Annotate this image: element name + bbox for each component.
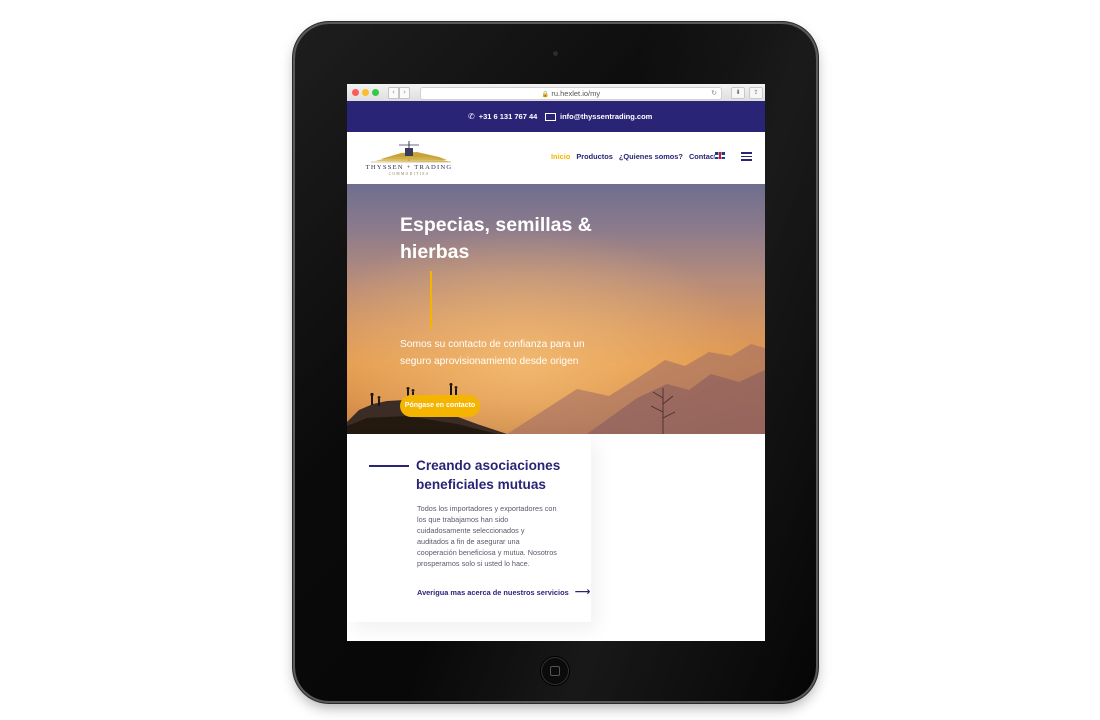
maximize-window-button[interactable] xyxy=(372,89,379,96)
section-accent-line xyxy=(369,465,409,467)
back-button[interactable]: ‹ xyxy=(388,87,399,99)
phone-icon: ✆ xyxy=(468,112,475,121)
browser-toolbar: ‹ › 🔒 ru.hexlet.io/my ↻ ⬇ ⇪ xyxy=(347,84,765,102)
nav-item-productos[interactable]: Productos xyxy=(576,152,613,161)
contact-cta-button[interactable]: Póngase en contacto xyxy=(400,395,480,417)
minimize-window-button[interactable] xyxy=(362,89,369,96)
phone-number: +31 6 131 767 44 xyxy=(478,112,538,121)
learn-more-link[interactable]: Averigua mas acerca de nuestros servicio… xyxy=(417,586,591,598)
section-title: Creando asociaciones beneficiales mutuas xyxy=(416,458,561,492)
phone-link[interactable]: ✆ +31 6 131 767 44 xyxy=(468,112,537,121)
reload-icon[interactable]: ↻ xyxy=(711,88,717,99)
mail-icon xyxy=(545,112,556,121)
address-bar[interactable]: 🔒 ru.hexlet.io/my ↻ xyxy=(420,87,722,100)
section-body: Todos los importadores y exportadores co… xyxy=(417,504,557,568)
windmill-logo-icon xyxy=(371,141,451,163)
hero-section: Especias, semillas & hierbas Somos su co… xyxy=(347,184,765,434)
hero-title: Especias, semillas & hierbas xyxy=(400,214,592,263)
partnership-section: Creando asociaciones beneficiales mutuas… xyxy=(347,434,765,641)
url-text: ru.hexlet.io/my xyxy=(551,89,601,98)
nav-item-quienes-somos[interactable]: ¿Quienes somos? xyxy=(619,152,683,161)
download-icon[interactable]: ⬇ xyxy=(731,87,745,99)
nav-item-inicio[interactable]: Inicio xyxy=(551,152,570,161)
hamburger-icon[interactable] xyxy=(741,152,752,161)
hero-accent-line xyxy=(430,271,432,329)
lock-icon: 🔒 xyxy=(541,92,550,98)
main-nav: Inicio Productos ¿Quienes somos? Contact… xyxy=(551,152,721,161)
contact-topbar: ✆ +31 6 131 767 44 info@thyssentrading.c… xyxy=(347,101,765,132)
home-button[interactable] xyxy=(541,657,569,685)
share-icon[interactable]: ⇪ xyxy=(749,87,763,99)
close-window-button[interactable] xyxy=(352,89,359,96)
forward-button[interactable]: › xyxy=(399,87,410,99)
arrow-right-icon: ⟶ xyxy=(574,586,591,598)
logo-brand-text: THYSSEN + TRADING xyxy=(365,164,453,171)
learn-more-label: Averigua mas acerca de nuestros servicio… xyxy=(417,588,569,597)
uk-flag-icon[interactable] xyxy=(715,152,725,159)
browser-screen: ‹ › 🔒 ru.hexlet.io/my ↻ ⬇ ⇪ ✆ +31 6 131 7… xyxy=(347,84,765,641)
email-address: info@thyssentrading.com xyxy=(560,112,653,121)
logo-tagline: COMMODITIES xyxy=(388,172,430,176)
email-link[interactable]: info@thyssentrading.com xyxy=(545,112,652,121)
hero-subtitle: Somos su contacto de confianza para un s… xyxy=(400,339,585,367)
site-header: THYSSEN + TRADING COMMODITIES Inicio Pro… xyxy=(347,132,765,184)
site-logo[interactable]: THYSSEN + TRADING COMMODITIES xyxy=(361,139,457,179)
camera-icon xyxy=(553,51,558,56)
